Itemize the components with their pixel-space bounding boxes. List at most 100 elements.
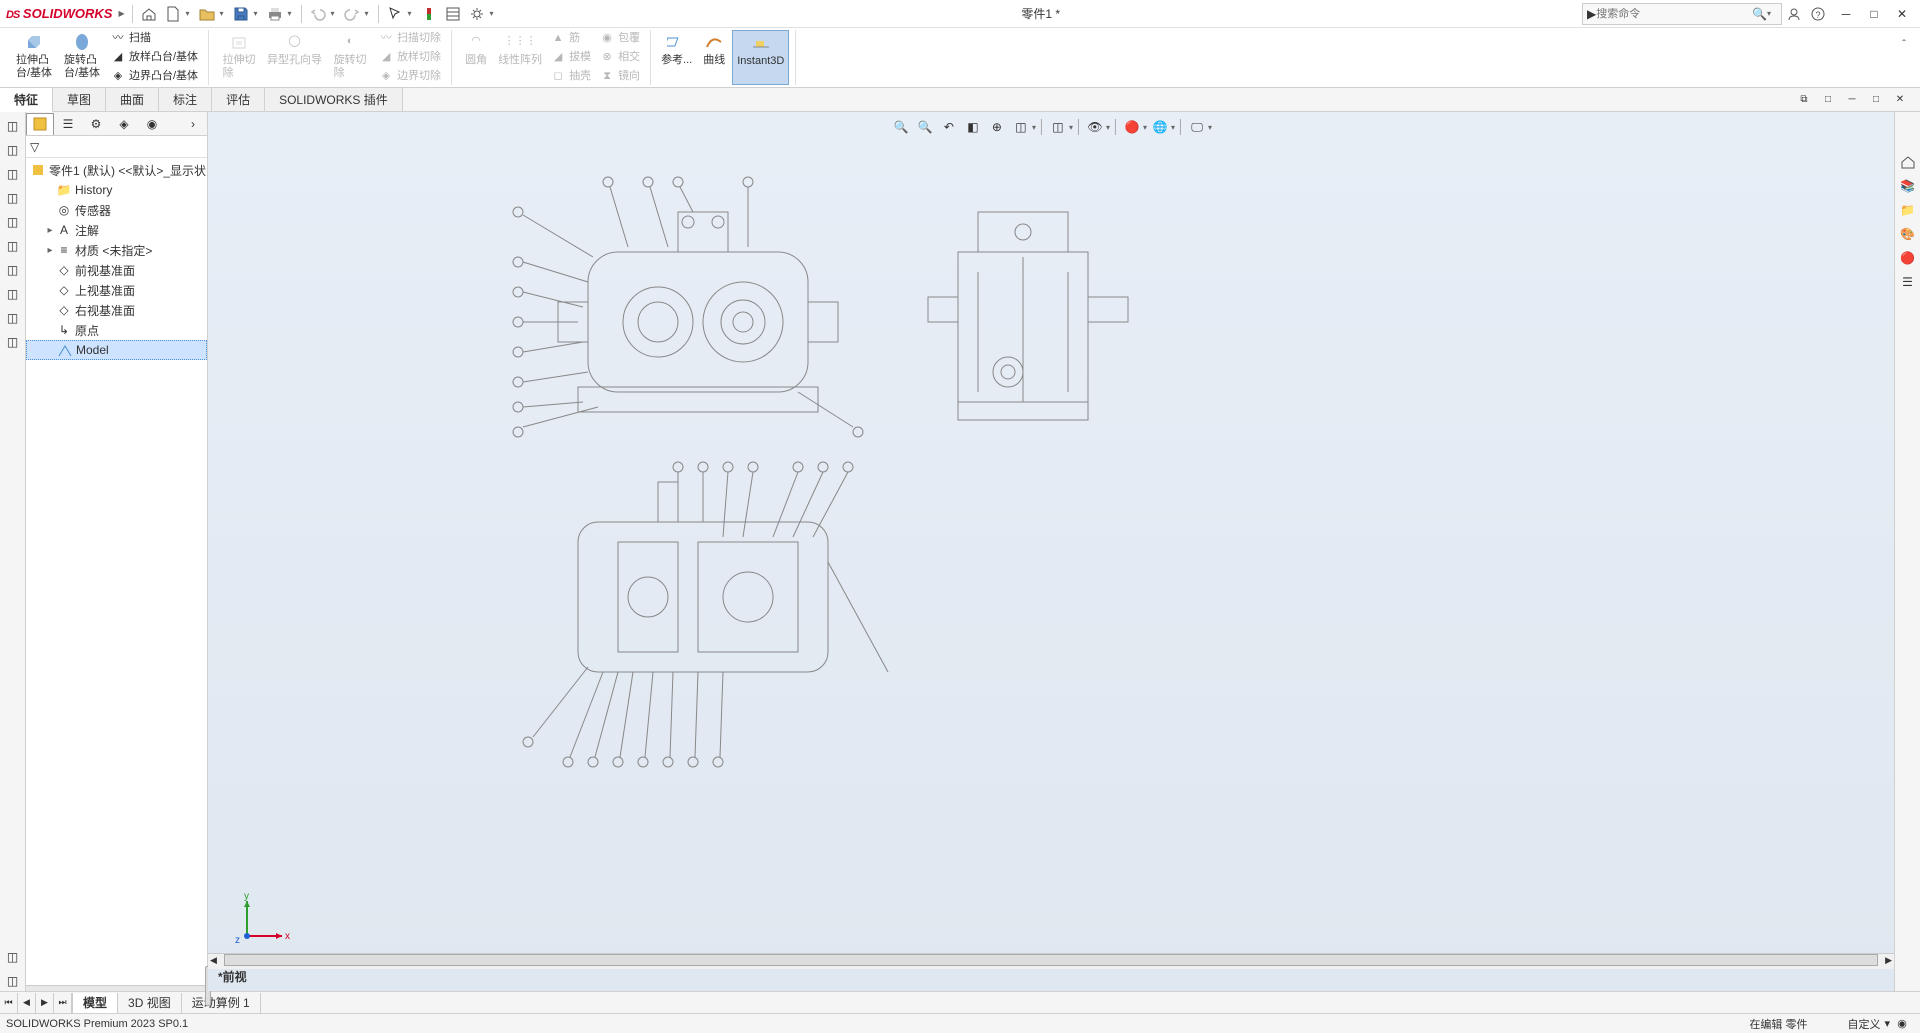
edit-appearance-icon[interactable]: 🔴 <box>1121 116 1143 138</box>
mirror-button[interactable]: ⧗镜向 <box>595 68 644 86</box>
linear-pattern-button[interactable]: ⋮⋮⋮线性阵列 <box>494 30 546 85</box>
graphics-viewport[interactable]: 🔍 🔍 ↶ ◧ ⊕ ◫▾ ◫▾ 👁▾ 🔴▾ 🌐▾ 🖵▾ <box>208 112 1894 991</box>
close-icon[interactable]: ✕ <box>1890 5 1914 23</box>
minimize-icon[interactable]: ─ <box>1834 5 1858 23</box>
rail-icon-10[interactable]: ◫ <box>3 332 23 352</box>
taskpane-custom-props-icon[interactable]: ☰ <box>1898 272 1918 292</box>
home-icon[interactable] <box>137 2 161 26</box>
status-custom[interactable]: 自定义 <box>1847 1016 1880 1032</box>
rail-icon-4[interactable]: ◫ <box>3 188 23 208</box>
ref-geometry-button[interactable]: 参考... <box>657 30 696 85</box>
status-extra-icon[interactable]: ◉ <box>1890 1012 1914 1036</box>
bottom-tab-model[interactable]: 模型 <box>73 993 118 1013</box>
rail-icon-9[interactable]: ◫ <box>3 308 23 328</box>
new-icon[interactable] <box>161 2 185 26</box>
display-style-icon[interactable]: ◫ <box>1047 116 1069 138</box>
taskpane-appearances-icon[interactable]: 🔴 <box>1898 248 1918 268</box>
tree-root[interactable]: 零件1 (默认) <<默认>_显示状 <box>26 160 207 180</box>
boundary-cut-button[interactable]: ◈边界切除 <box>374 68 445 86</box>
tree-front-plane[interactable]: ◇前视基准面 <box>26 260 207 280</box>
options-panel-icon[interactable] <box>441 2 465 26</box>
instant3d-button[interactable]: Instant3D <box>732 30 789 85</box>
lofted-cut-button[interactable]: ◢放样切除 <box>374 49 445 67</box>
hide-show-icon[interactable]: 👁 <box>1084 116 1106 138</box>
tab-addins[interactable]: SOLIDWORKS 插件 <box>265 88 403 111</box>
viewport-window-icon[interactable]: ⧉ <box>1792 88 1816 112</box>
tab-features[interactable]: 特征 <box>0 88 53 112</box>
search-command-box[interactable]: ▶ 🔍▾ <box>1582 3 1782 25</box>
search-icon[interactable]: 🔍 <box>1752 7 1767 21</box>
revolved-cut-button[interactable]: ◐旋转切 除 <box>326 30 374 85</box>
tab-nav-next-icon[interactable]: ▶ <box>36 993 54 1013</box>
intersect-button[interactable]: ⊗相交 <box>595 49 644 67</box>
tab-evaluate[interactable]: 评估 <box>212 88 265 111</box>
tree-material[interactable]: ▸≡材质 <未指定> <box>26 240 207 260</box>
rebuild-icon[interactable] <box>417 2 441 26</box>
filter-funnel-icon[interactable]: ▽ <box>30 140 39 154</box>
maximize-icon[interactable]: □ <box>1862 5 1886 23</box>
tree-origin[interactable]: ↳原点 <box>26 320 207 340</box>
rail-bottom-icon-1[interactable]: ◫ <box>3 947 23 967</box>
revolve-boss-button[interactable]: 旋转凸 台/基体 <box>58 30 106 85</box>
tab-annotations[interactable]: 标注 <box>159 88 212 111</box>
dynamic-annotation-icon[interactable]: ⊕ <box>986 116 1008 138</box>
shell-button[interactable]: ◻抽壳 <box>546 68 595 86</box>
tree-model-sketch[interactable]: Model <box>26 340 207 360</box>
settings-gear-icon[interactable] <box>465 2 489 26</box>
fillet-button[interactable]: ◠圆角 <box>458 30 494 85</box>
zoom-area-icon[interactable]: 🔍 <box>914 116 936 138</box>
view-settings-icon[interactable]: 🖵 <box>1186 116 1208 138</box>
tree-top-plane[interactable]: ◇上视基准面 <box>26 280 207 300</box>
viewport-min-icon[interactable]: ─ <box>1840 88 1864 112</box>
rail-icon-6[interactable]: ◫ <box>3 236 23 256</box>
ribbon-collapse-icon[interactable]: ˆ <box>1892 32 1916 56</box>
tab-nav-prev-icon[interactable]: ◀ <box>18 993 36 1013</box>
previous-view-icon[interactable]: ↶ <box>938 116 960 138</box>
rail-icon-2[interactable]: ◫ <box>3 140 23 160</box>
save-icon[interactable] <box>229 2 253 26</box>
apply-scene-icon[interactable]: 🌐 <box>1149 116 1171 138</box>
fm-tab-config-icon[interactable]: ⚙ <box>82 113 110 135</box>
search-input[interactable] <box>1596 8 1752 20</box>
fm-tab-display-icon[interactable]: ◉ <box>138 113 166 135</box>
redo-icon[interactable] <box>340 2 364 26</box>
extrude-boss-button[interactable]: 拉伸凸 台/基体 <box>10 30 58 85</box>
viewport-close-icon[interactable]: ✕ <box>1888 88 1912 112</box>
hole-wizard-button[interactable]: ◯异型孔向导 <box>263 30 326 85</box>
bottom-tab-motion[interactable]: 运动算例 1 <box>182 993 261 1013</box>
rib-button[interactable]: ▲筋 <box>546 30 595 48</box>
tab-sketch[interactable]: 草图 <box>53 88 106 111</box>
taskpane-home-icon[interactable] <box>1898 152 1918 172</box>
help-icon[interactable]: ? <box>1806 2 1830 26</box>
loft-button[interactable]: ◢放样凸台/基体 <box>106 49 202 67</box>
tab-nav-first-icon[interactable]: ⏮ <box>0 993 18 1013</box>
taskpane-view-palette-icon[interactable]: 🎨 <box>1898 224 1918 244</box>
logo-menu-dropdown[interactable]: ▶ <box>118 9 128 18</box>
fm-tab-dimxpert-icon[interactable]: ◈ <box>110 113 138 135</box>
taskpane-design-library-icon[interactable]: 📚 <box>1898 176 1918 196</box>
wrap-button[interactable]: ◉包覆 <box>595 30 644 48</box>
rail-icon-1[interactable]: ◫ <box>3 116 23 136</box>
rail-icon-8[interactable]: ◫ <box>3 284 23 304</box>
horizontal-scrollbar[interactable]: ◀ ▶ <box>208 953 1894 969</box>
tree-sensors[interactable]: ◎传感器 <box>26 200 207 220</box>
swept-cut-button[interactable]: 〰扫描切除 <box>374 30 445 48</box>
viewport-restore-icon[interactable]: □ <box>1816 88 1840 112</box>
tree-annotations[interactable]: ▸A注解 <box>26 220 207 240</box>
extruded-cut-button[interactable]: 拉伸切 除 <box>215 30 263 85</box>
fm-tab-tree-icon[interactable] <box>26 113 54 135</box>
viewport-max-icon[interactable]: □ <box>1864 88 1888 112</box>
fm-tab-more-icon[interactable]: › <box>179 113 207 135</box>
tab-surfaces[interactable]: 曲面 <box>106 88 159 111</box>
section-view-icon[interactable]: ◧ <box>962 116 984 138</box>
tab-nav-last-icon[interactable]: ⏭ <box>54 993 72 1013</box>
view-orientation-icon[interactable]: ◫ <box>1010 116 1032 138</box>
select-icon[interactable] <box>383 2 407 26</box>
rail-icon-7[interactable]: ◫ <box>3 260 23 280</box>
tree-right-plane[interactable]: ◇右视基准面 <box>26 300 207 320</box>
rail-icon-3[interactable]: ◫ <box>3 164 23 184</box>
boundary-button[interactable]: ◈边界凸台/基体 <box>106 68 202 86</box>
rail-icon-5[interactable]: ◫ <box>3 212 23 232</box>
view-triad[interactable]: x y z <box>232 891 292 951</box>
print-icon[interactable] <box>263 2 287 26</box>
